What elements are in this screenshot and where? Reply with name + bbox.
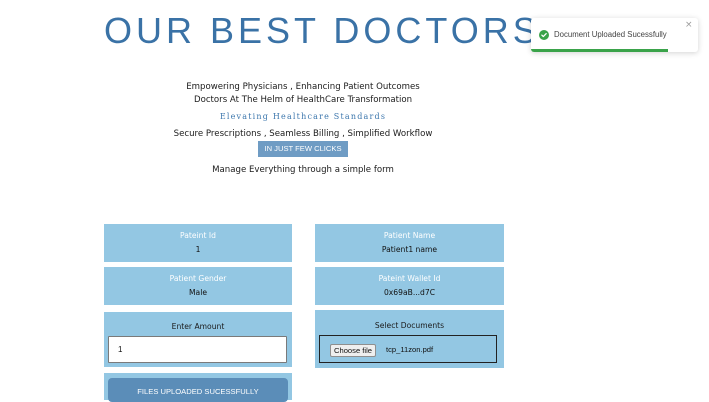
patient-id-value: 1 [195, 245, 201, 254]
few-clicks-button[interactable]: IN JUST FEW CLICKS [258, 141, 348, 157]
intro-line-standards: Elevating Healthcare Standards [219, 112, 387, 121]
choose-file-button[interactable]: Choose file [330, 344, 376, 357]
toast-progress-bar [531, 49, 668, 52]
patient-gender-value: Male [189, 288, 207, 297]
selected-file-name: tcp_11zon.pdf [386, 345, 434, 354]
patient-gender-label: Patient Gender [169, 274, 227, 283]
files-uploaded-button[interactable]: FILES UPLOADED SUCESSFULLY [108, 378, 288, 402]
upload-success-toast: Document Uploaded Sucessfully × [531, 18, 698, 52]
documents-card: Select Documents Choose file tcp_11zon.p… [315, 310, 504, 368]
patient-wallet-card: Pateint Wallet Id 0x69aB...d7C [315, 267, 504, 305]
amount-input[interactable] [108, 336, 287, 363]
patient-gender-card: Patient Gender Male [104, 267, 292, 305]
intro-line-prescriptions: Secure Prescriptions , Seamless Billing … [173, 129, 433, 139]
intro-line-physicians: Empowering Physicians , Enhancing Patien… [186, 82, 420, 92]
intro-line-manage: Manage Everything through a simple form [212, 165, 394, 175]
documents-label: Select Documents [374, 321, 445, 330]
patient-wallet-label: Pateint Wallet Id [378, 274, 441, 283]
close-icon[interactable]: × [685, 20, 693, 30]
amount-label: Enter Amount [171, 322, 225, 331]
amount-card: Enter Amount [104, 312, 292, 367]
intro-line-doctors: Doctors At The Helm of HealthCare Transf… [193, 95, 413, 105]
patient-wallet-value: 0x69aB...d7C [383, 288, 436, 297]
toast-message: Document Uploaded Sucessfully [554, 30, 667, 39]
file-input[interactable]: Choose file tcp_11zon.pdf [319, 335, 497, 363]
patient-name-value: Patient1 name [381, 245, 438, 254]
check-circle-icon [539, 30, 549, 40]
page-title: OUR BEST DOCTORS [104, 10, 541, 51]
patient-name-card: Patient Name Patient1 name [315, 224, 504, 262]
patient-id-card: Pateint Id 1 [104, 224, 292, 262]
patient-name-label: Patient Name [383, 231, 436, 240]
patient-id-label: Pateint Id [180, 231, 216, 240]
